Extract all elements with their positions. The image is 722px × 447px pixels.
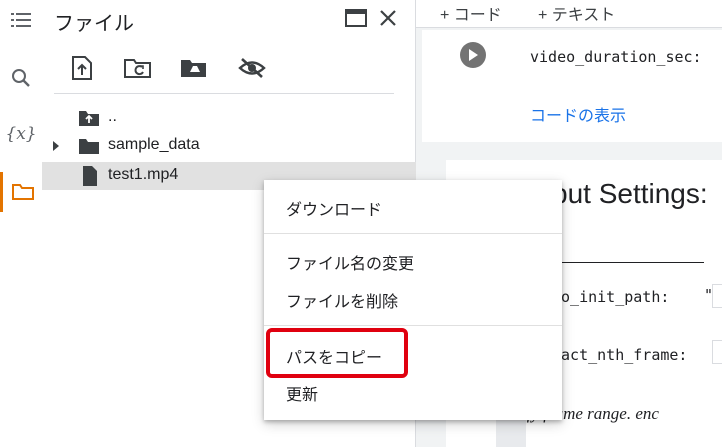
menu-separator <box>264 325 562 326</box>
highlight-box <box>266 328 408 378</box>
notebook-toolbar: + コード + テキスト <box>416 0 722 28</box>
folder-up-icon <box>79 111 99 126</box>
folder-icon <box>79 139 99 154</box>
panel-title: ファイル <box>54 13 134 35</box>
folder-refresh-icon <box>124 59 151 78</box>
files-toolbar <box>42 48 416 88</box>
context-menu: ダウンロード ファイル名の変更 ファイルを削除 パスをコピー 更新 <box>264 180 562 420</box>
menu-separator <box>264 233 562 234</box>
add-text-button[interactable]: + テキスト <box>538 1 615 25</box>
code-cell[interactable]: video_duration_sec: コードの表示 <box>422 30 722 142</box>
chevron-right-icon[interactable] <box>52 141 60 151</box>
colab-window: {x} ファイル .. sample_data test1.mp4 + コード … <box>0 0 722 447</box>
show-code-link[interactable]: コードの表示 <box>530 102 626 126</box>
mount-drive-button[interactable] <box>178 52 210 84</box>
tree-item-parent[interactable]: .. <box>42 104 416 132</box>
tree-item-sample-data[interactable]: sample_data <box>42 132 416 160</box>
list-icon <box>11 13 31 27</box>
code-line: video_duration_sec: <box>530 48 702 66</box>
form-field-input[interactable] <box>712 340 722 364</box>
files-button[interactable] <box>0 172 42 212</box>
upload-button[interactable] <box>66 52 98 84</box>
toggle-hidden-files-button[interactable] <box>236 52 268 84</box>
toolbar-divider <box>54 93 394 94</box>
drive-folder-icon <box>181 60 206 77</box>
menu-item-download[interactable]: ダウンロード <box>286 196 382 220</box>
form-title: put Settings: <box>552 178 708 209</box>
play-icon <box>469 49 478 61</box>
menu-item-delete[interactable]: ファイルを削除 <box>286 288 398 312</box>
form-field-input[interactable] <box>712 284 722 308</box>
search-button[interactable] <box>0 58 42 98</box>
refresh-button[interactable] <box>122 52 154 84</box>
close-icon <box>380 10 396 26</box>
variables-icon: {x} <box>5 124 37 144</box>
file-icon <box>83 166 97 186</box>
eye-off-icon <box>238 58 266 78</box>
upload-file-icon <box>72 56 92 80</box>
menu-item-rename[interactable]: ファイル名の変更 <box>286 250 414 274</box>
add-code-button[interactable]: + コード <box>440 1 502 25</box>
close-panel-button[interactable] <box>374 4 402 32</box>
tree-item-label: test1.mp4 <box>108 166 179 183</box>
table-of-contents-button[interactable] <box>0 0 42 40</box>
open-in-tab-button[interactable] <box>342 4 370 32</box>
tree-item-label: .. <box>108 108 117 125</box>
folder-icon <box>11 184 34 200</box>
menu-item-refresh[interactable]: 更新 <box>286 381 318 405</box>
form-field-label: eo_init_path: <box>552 288 670 306</box>
search-icon <box>12 69 30 87</box>
run-cell-button[interactable] <box>460 42 486 68</box>
form-field-label: ract_nth_frame: <box>552 346 688 364</box>
open-in-new-window-icon <box>345 9 367 27</box>
activity-rail: {x} <box>0 0 42 447</box>
variables-button[interactable]: {x} <box>0 114 42 154</box>
tree-item-label: sample_data <box>108 136 200 153</box>
